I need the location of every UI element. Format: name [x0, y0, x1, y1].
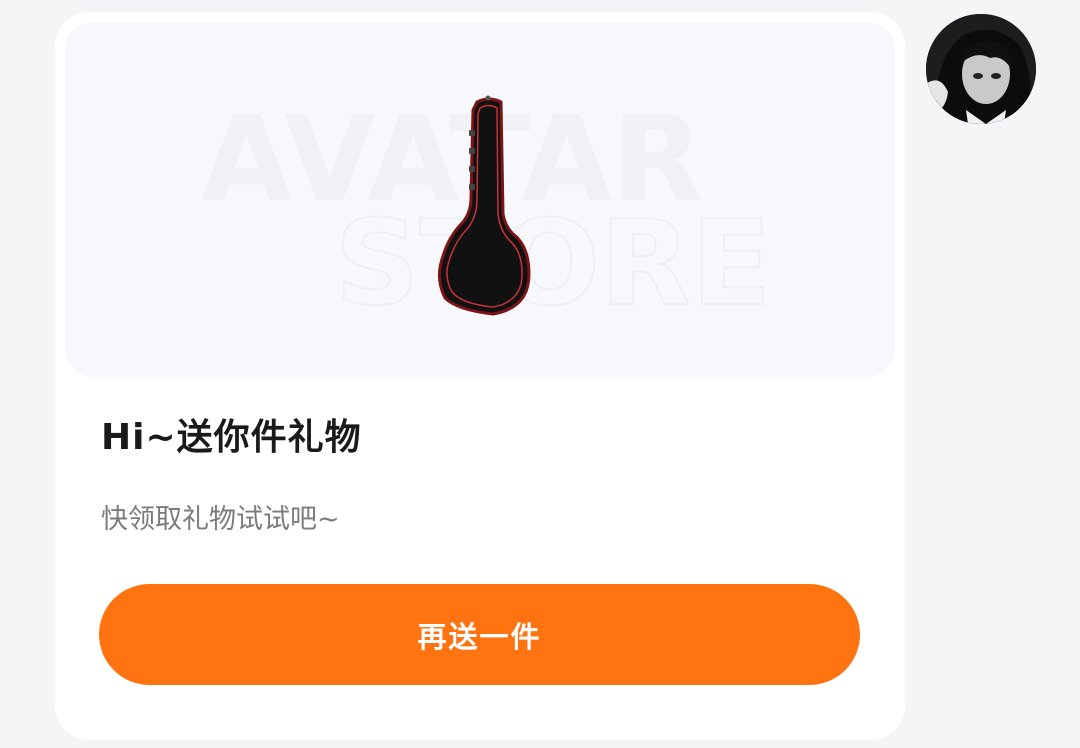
gift-subtitle: 快领取礼物试试吧~	[101, 504, 340, 535]
gift-image-banner: AVATAR STORE	[65, 22, 895, 377]
send-another-button[interactable]: 再送一件	[99, 584, 860, 685]
avatar-portrait-icon	[926, 14, 1036, 124]
guitar-case-icon	[438, 95, 531, 316]
gift-message-card[interactable]: AVATAR STORE Hi~送你件礼物 快领取礼物试试吧~ 再送一件	[55, 12, 905, 740]
sender-avatar[interactable]	[926, 14, 1036, 124]
gift-title: Hi~送你件礼物	[101, 417, 362, 458]
watermark-line-2: STORE	[334, 194, 771, 332]
